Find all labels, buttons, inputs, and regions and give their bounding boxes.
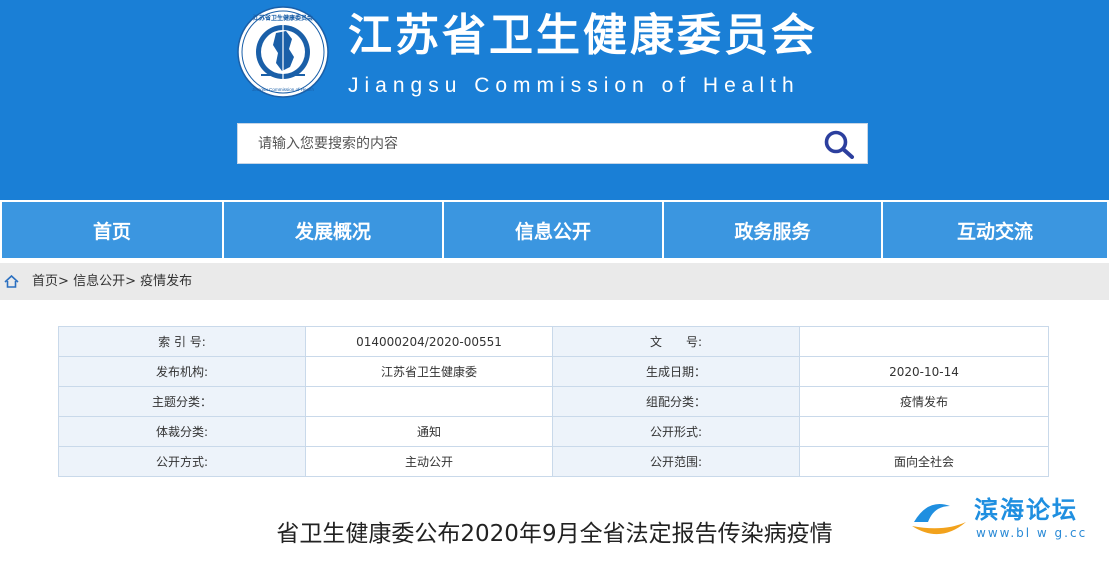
breadcrumb-section[interactable]: 信息公开	[73, 274, 125, 289]
meta-value: 疫情发布	[799, 386, 1049, 417]
nav-item-home[interactable]: 首页	[2, 202, 222, 258]
meta-label: 发布机构:	[58, 356, 306, 387]
header: 江苏省卫生健康委员会 Jiangsu Commission of Health …	[0, 0, 1109, 200]
meta-value: 014000204/2020-00551	[305, 326, 553, 357]
search-input[interactable]	[238, 124, 808, 163]
table-row: 主题分类： 组配分类： 疫情发布	[58, 386, 1049, 417]
meta-label: 体裁分类:	[58, 416, 306, 447]
breadcrumb: 首页> 信息公开> 疫情发布	[0, 263, 1109, 300]
table-row: 发布机构: 江苏省卫生健康委 生成日期： 2020-10-14	[58, 356, 1049, 387]
table-row: 公开方式: 主动公开 公开范围: 面向全社会	[58, 446, 1049, 477]
meta-label: 索 引 号:	[58, 326, 306, 357]
nav-item-overview[interactable]: 发展概况	[224, 202, 442, 258]
meta-label: 组配分类：	[552, 386, 800, 417]
home-icon[interactable]	[4, 275, 19, 288]
meta-label: 生成日期：	[552, 356, 800, 387]
nav-item-info-disclosure[interactable]: 信息公开	[444, 202, 662, 258]
nav-item-gov-services[interactable]: 政务服务	[664, 202, 881, 258]
meta-label: 主题分类：	[58, 386, 306, 417]
table-row: 索 引 号: 014000204/2020-00551 文 号:	[58, 326, 1049, 357]
breadcrumb-separator: >	[58, 274, 69, 289]
main-nav: 首页 发展概况 信息公开 政务服务 互动交流	[0, 200, 1109, 260]
search-icon[interactable]	[823, 129, 855, 159]
meta-label: 文 号:	[552, 326, 800, 357]
meta-label: 公开形式:	[552, 416, 800, 447]
watermark-wave-icon	[912, 504, 966, 535]
svg-text:江苏省卫生健康委员会: 江苏省卫生健康委员会	[253, 14, 314, 22]
svg-text:Jiangsu Commission of Health: Jiangsu Commission of Health	[252, 87, 314, 92]
site-subtitle: Jiangsu Commission of Health	[348, 74, 800, 97]
meta-value	[305, 386, 553, 417]
watermark-url: www.bl w g.cc	[976, 526, 1088, 540]
meta-value	[799, 416, 1049, 447]
site-title: 江苏省卫生健康委员会	[348, 10, 818, 61]
breadcrumb-separator: >	[125, 274, 136, 289]
watermark: 滨海论坛 www.bl w g.cc	[910, 490, 1100, 552]
breadcrumb-home[interactable]: 首页	[32, 274, 58, 289]
table-row: 体裁分类: 通知 公开形式:	[58, 416, 1049, 447]
meta-value: 主动公开	[305, 446, 553, 477]
meta-label: 公开方式:	[58, 446, 306, 477]
breadcrumb-current[interactable]: 疫情发布	[140, 274, 192, 289]
breadcrumb-trail: 首页> 信息公开> 疫情发布	[32, 263, 192, 300]
meta-value: 江苏省卫生健康委	[305, 356, 553, 387]
meta-label: 公开范围:	[552, 446, 800, 477]
nav-item-interaction[interactable]: 互动交流	[883, 202, 1107, 258]
meta-value: 面向全社会	[799, 446, 1049, 477]
meta-value: 2020-10-14	[799, 356, 1049, 387]
search-box	[237, 123, 868, 164]
logo[interactable]: 江苏省卫生健康委员会 Jiangsu Commission of Health	[236, 5, 330, 99]
metadata-table: 索 引 号: 014000204/2020-00551 文 号: 发布机构: 江…	[58, 326, 1049, 477]
watermark-text: 滨海论坛	[974, 496, 1078, 524]
meta-value: 通知	[305, 416, 553, 447]
meta-value	[799, 326, 1049, 357]
